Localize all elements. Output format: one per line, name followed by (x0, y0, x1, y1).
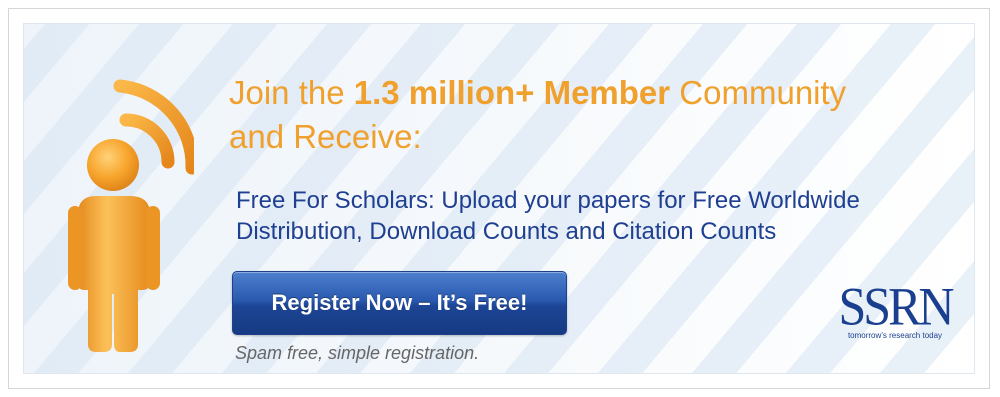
benefits-text: Free For Scholars: Upload your papers fo… (236, 185, 956, 247)
person-broadcasting-icon (68, 79, 194, 352)
headline-highlight: 1.3 million+ Member (353, 74, 671, 111)
benefits-line-2: Distribution, Download Counts and Citati… (236, 218, 777, 245)
promo-panel: Join the 1.3 million+ Member Community a… (23, 23, 975, 374)
headline: Join the 1.3 million+ Member Community a… (229, 71, 949, 159)
headline-prefix: Join the (229, 74, 345, 111)
register-now-button[interactable]: Register Now – It’s Free! (232, 271, 567, 335)
ssrn-wordmark: SSRN (838, 275, 954, 337)
ssrn-logo[interactable]: SSRN tomorrow’s research today (832, 275, 958, 347)
benefits-line-1: Free For Scholars: Upload your papers fo… (236, 187, 860, 214)
spam-free-note: Spam free, simple registration. (235, 343, 480, 363)
headline-suffix: Community (679, 74, 847, 111)
headline-line2: and Receive: (229, 118, 422, 155)
banner-frame: Join the 1.3 million+ Member Community a… (8, 8, 990, 389)
